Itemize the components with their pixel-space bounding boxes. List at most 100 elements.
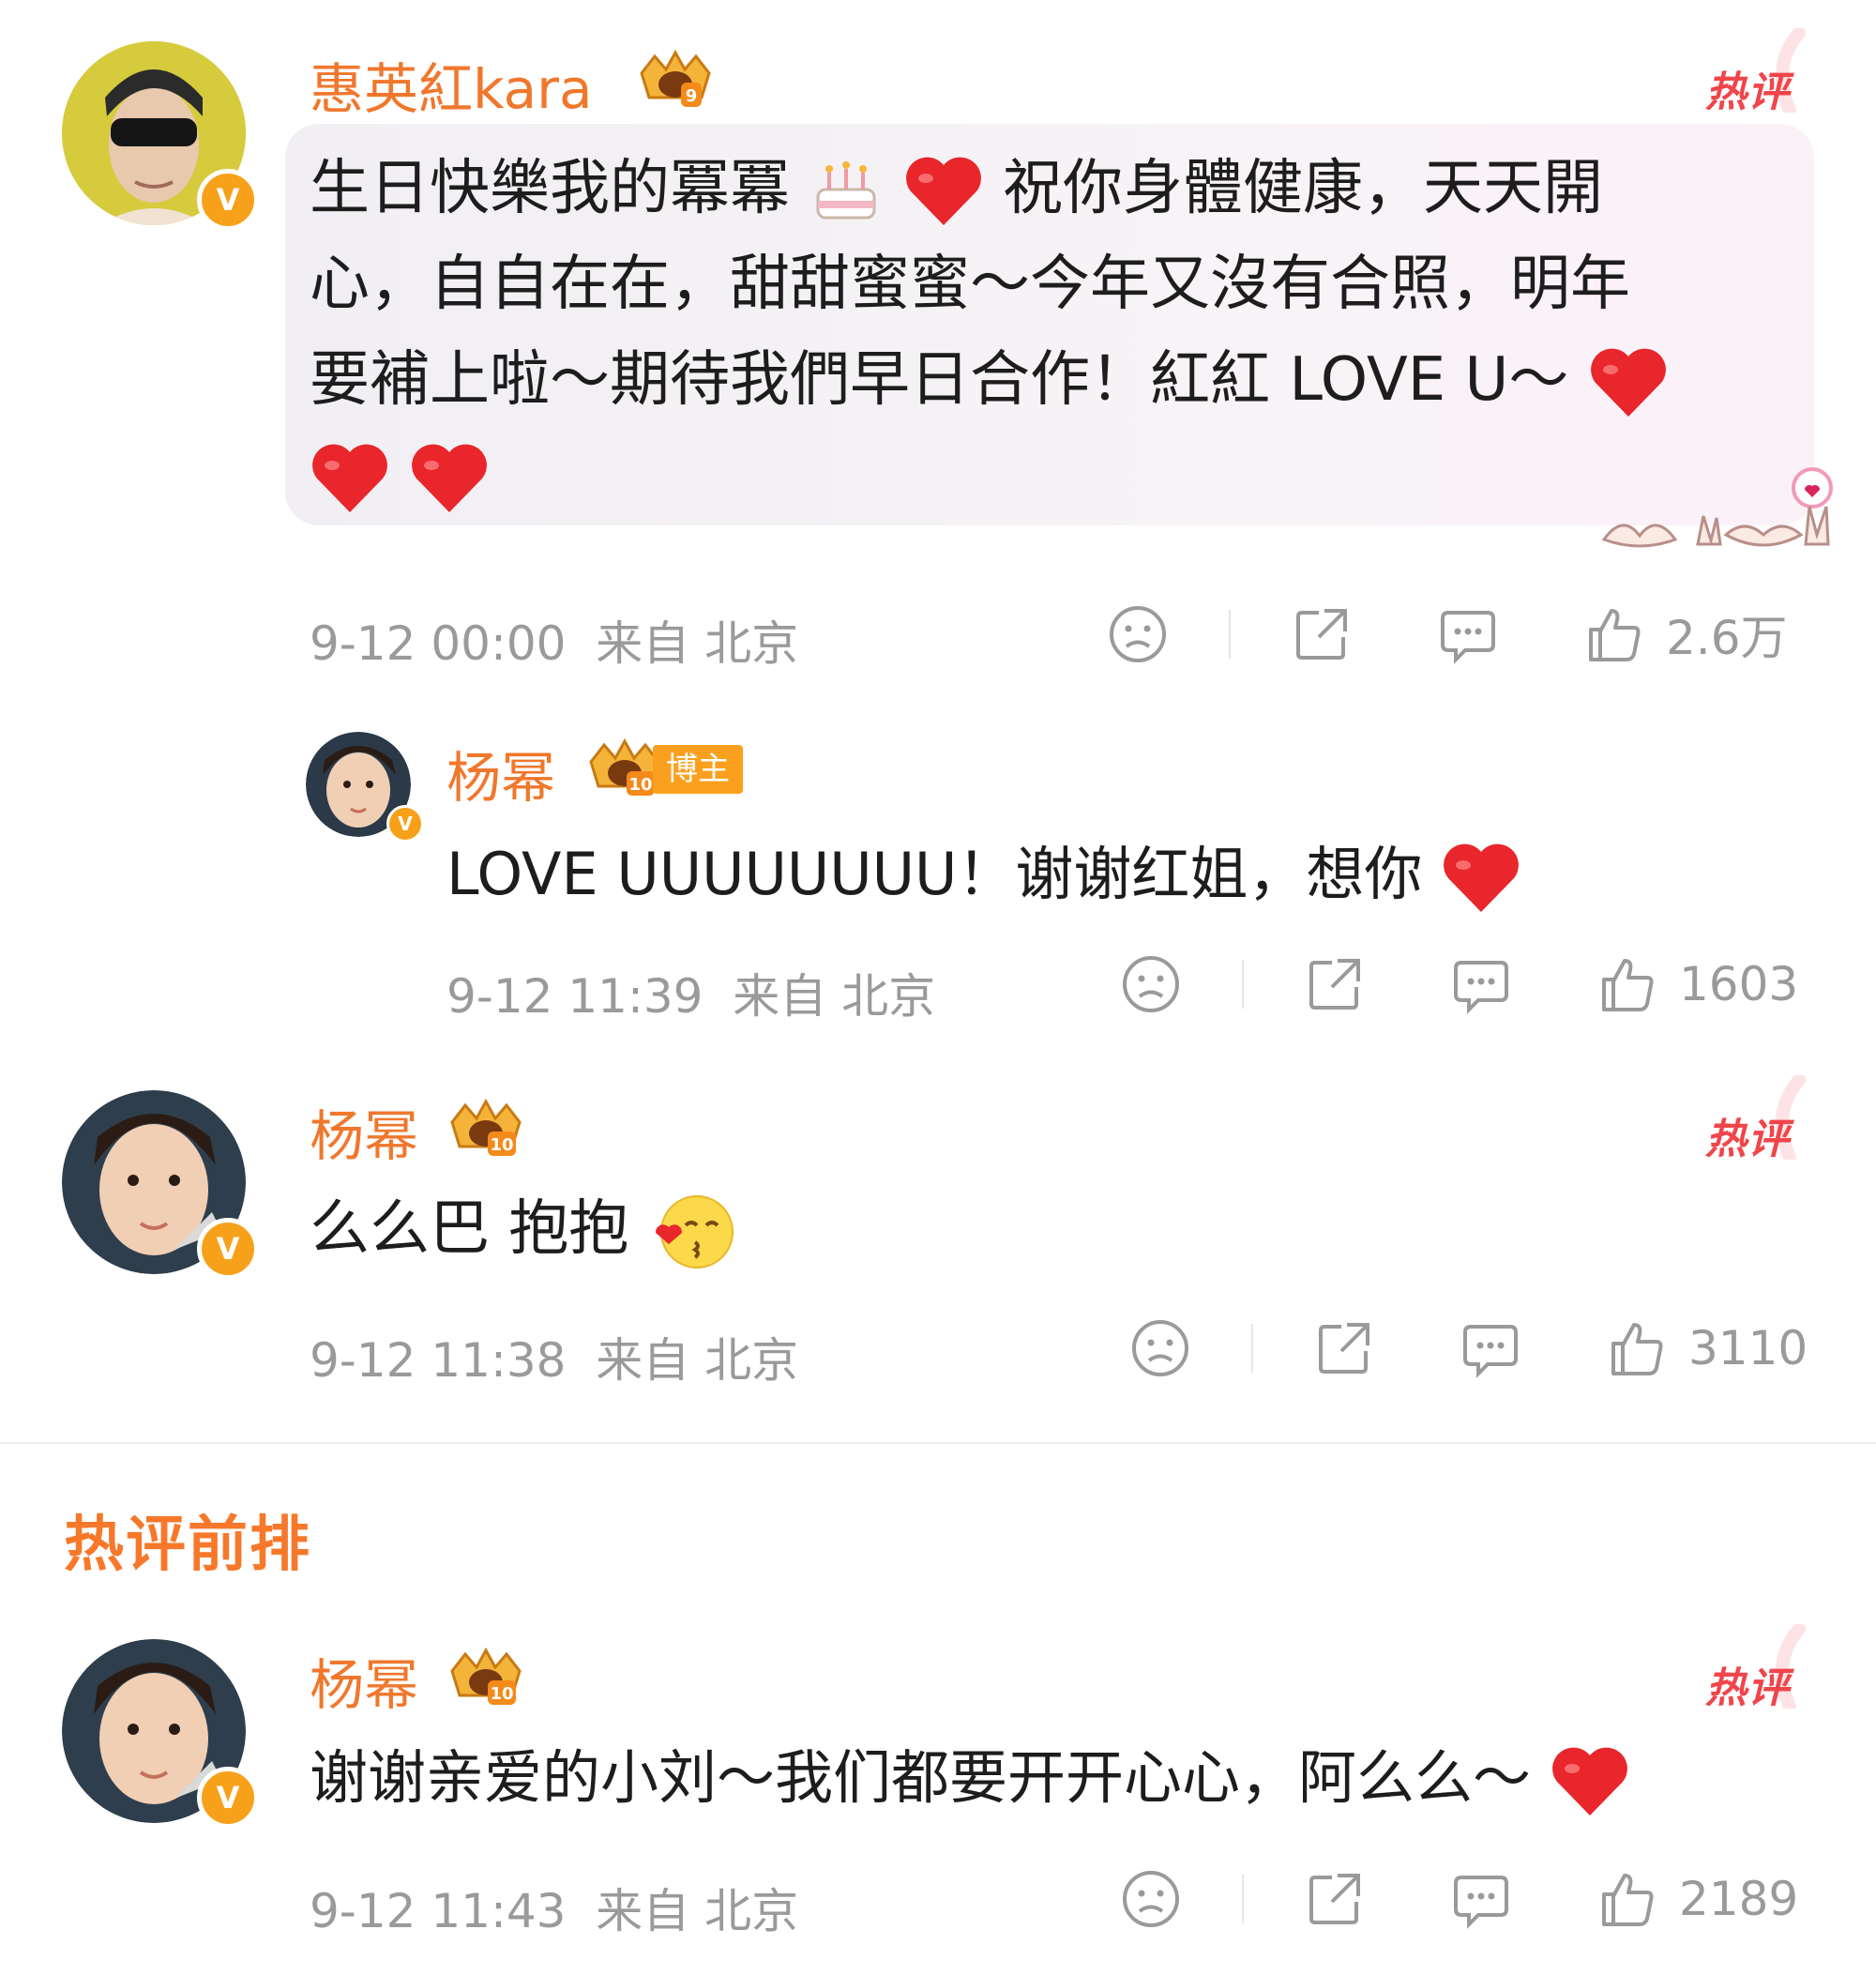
comment-reply-item: V 杨幂 10 博主 LOVE UUUUUUUU！谢谢红姐，想你 9-12 11… [0, 713, 1876, 1026]
like-count: 2.6万 [1666, 611, 1788, 665]
kissing-face-emoji-icon [655, 1195, 734, 1269]
divider [1242, 960, 1244, 1009]
comment-time: 9-12 11:43 [310, 1884, 567, 1938]
share-button[interactable] [1304, 953, 1366, 1015]
svg-text:10: 10 [628, 775, 652, 795]
crown-icon: 10 [450, 1647, 522, 1705]
thumbs-up-icon [1611, 1323, 1663, 1375]
comment-icon [1454, 961, 1508, 1014]
dislike-button[interactable] [1120, 1868, 1182, 1930]
share-button[interactable] [1291, 603, 1353, 665]
hot-comment-label: 热评 [1705, 1116, 1790, 1163]
reply-button[interactable] [1437, 603, 1499, 665]
comment-actions: 1603 [1120, 953, 1798, 1015]
verified-badge-icon: V [197, 1767, 259, 1829]
verified-badge-icon: V [197, 169, 259, 231]
thumbs-up-icon [1602, 959, 1654, 1011]
red-heart-icon [312, 445, 387, 513]
sad-face-icon [1132, 1320, 1188, 1376]
avatar[interactable]: V [62, 1090, 259, 1280]
like-button[interactable]: 2.6万 [1583, 600, 1788, 668]
dislike-button[interactable] [1129, 1317, 1191, 1379]
comment-meta: 9-12 11:39 来自 北京 [446, 959, 935, 1026]
comment-text: LOVE UUUUUUUU！谢谢红姐，想你 [446, 828, 1521, 921]
avatar[interactable]: V [62, 41, 259, 231]
cake-emoji-icon [816, 161, 876, 220]
blogger-tag: 博主 [653, 745, 743, 794]
dislike-button[interactable] [1107, 603, 1169, 665]
thumbs-up-icon [1589, 609, 1641, 661]
svg-text:10: 10 [490, 1684, 513, 1704]
comment-item: V 杨幂 10 热评 谢谢亲爱的小刘～我们都要开开心心，阿么么～ 9-12 11… [0, 1624, 1876, 1975]
crown-icon: 9 [640, 49, 711, 107]
reply-button[interactable] [1450, 1868, 1512, 1930]
like-button[interactable]: 2189 [1596, 1868, 1798, 1930]
comment-actions: 3110 [1129, 1317, 1808, 1379]
thumbs-up-icon [1602, 1874, 1654, 1926]
red-heart-icon [1551, 1747, 1627, 1815]
crown-icon: 10 [450, 1098, 522, 1156]
comment-meta: 9-12 00:00 来自 北京 [310, 606, 798, 674]
comment-location: 来自 北京 [596, 1333, 799, 1388]
comment-text: 生日快樂我的冪冪 祝你身體健康，天天開 心，自自在在，甜甜蜜蜜～今年又沒有合照，… [310, 141, 1792, 524]
comment-location: 来自 北京 [733, 969, 936, 1024]
comment-time: 9-12 00:00 [310, 616, 567, 671]
comment-text-line: 生日快樂我的冪冪 [310, 154, 790, 223]
comment-time: 9-12 11:38 [310, 1333, 567, 1388]
red-heart-icon [412, 445, 488, 513]
like-count: 1603 [1679, 957, 1799, 1011]
like-button[interactable]: 3110 [1606, 1317, 1808, 1379]
section-title: 热评前排 [64, 1511, 311, 1580]
verified-badge-icon: V [197, 1218, 259, 1280]
svg-text:9: 9 [686, 86, 698, 106]
reply-button[interactable] [1450, 953, 1512, 1015]
reply-button[interactable] [1460, 1317, 1521, 1379]
username[interactable]: 杨幂 [310, 1092, 418, 1171]
share-icon [1309, 959, 1360, 1010]
red-heart-icon [1444, 843, 1520, 912]
comment-text: 么么巴 抱抱 [310, 1182, 738, 1276]
comment-actions: 2.6万 [1107, 600, 1788, 668]
username[interactable]: 杨幂 [446, 734, 555, 813]
comment-text-line: LOVE UUUUUUUU！谢谢红姐，想你 [446, 840, 1423, 908]
share-icon [1296, 609, 1347, 660]
comment-time: 9-12 11:39 [446, 969, 704, 1024]
svg-text:10: 10 [490, 1135, 513, 1155]
sad-face-icon [1110, 606, 1166, 662]
section-divider [0, 1442, 1876, 1444]
divider [1242, 1875, 1244, 1923]
divider [1229, 610, 1231, 659]
comment-item: V 惠英紅kara 9 热评 生日快樂我的冪冪 祝你身體健康，天天開 心，自自在… [0, 0, 1876, 694]
hot-comment-label: 热评 [1705, 1664, 1790, 1712]
sad-face-icon [1123, 956, 1179, 1012]
verified-badge-icon: V [386, 805, 424, 843]
username[interactable]: 惠英紅kara [310, 45, 593, 124]
share-button[interactable] [1304, 1868, 1366, 1930]
avatar[interactable]: V [306, 732, 424, 843]
comment-icon [1463, 1325, 1518, 1378]
comment-text-line: 要補上啦～期待我們早日合作！紅紅 LOVE U～ [310, 345, 1569, 415]
red-heart-icon [1590, 349, 1666, 418]
share-button[interactable] [1313, 1317, 1375, 1379]
comment-text-line: 谢谢亲爱的小刘～我们都要开开心心，阿么么～ [310, 1743, 1532, 1812]
like-count: 2189 [1679, 1872, 1799, 1926]
like-count: 3110 [1688, 1321, 1808, 1375]
like-button[interactable]: 1603 [1596, 953, 1798, 1015]
comment-meta: 9-12 11:38 来自 北京 [310, 1323, 798, 1390]
comment-text-line: 么么巴 抱抱 [310, 1194, 629, 1264]
comment-location: 来自 北京 [596, 1884, 799, 1938]
sad-face-icon [1123, 1871, 1179, 1927]
comment-icon [1454, 1876, 1508, 1929]
dislike-button[interactable] [1120, 953, 1182, 1015]
username[interactable]: 杨幂 [310, 1641, 418, 1720]
divider [1251, 1324, 1253, 1373]
share-icon [1309, 1874, 1360, 1924]
avatar[interactable]: V [62, 1639, 259, 1829]
share-icon [1319, 1323, 1369, 1374]
comment-item: V 杨幂 10 热评 么么巴 抱抱 9-12 11:38 来自 北京 3110 [0, 1075, 1876, 1436]
comment-icon [1441, 611, 1495, 664]
comment-text-line: 祝你身體健康，天天開 [1003, 154, 1604, 223]
comment-actions: 2189 [1120, 1868, 1798, 1930]
comment-text-line: 心，自自在在，甜甜蜜蜜～今年又沒有合照，明年 [310, 250, 1630, 319]
comment-location: 来自 北京 [596, 616, 799, 671]
